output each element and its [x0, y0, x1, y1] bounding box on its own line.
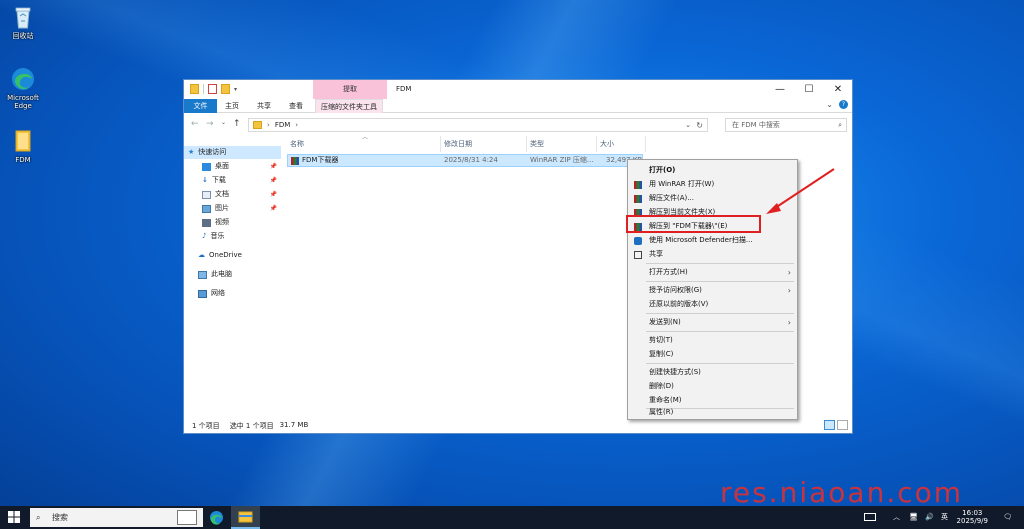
taskbar-search-box[interactable]: ⌕ 搜索 [30, 508, 203, 527]
network-icon[interactable]: 🖥 [909, 506, 918, 529]
clock-time: 16:03 [962, 509, 983, 517]
volume-icon[interactable]: 🔊 [925, 506, 934, 529]
ime-indicator[interactable]: 英 [941, 506, 948, 529]
notification-icon[interactable]: 🗨 [1003, 506, 1012, 529]
watermark-text: res.niaoan.com [720, 476, 964, 509]
tray-app-icon[interactable] [864, 506, 876, 529]
taskbar: ⌕ 搜索 ︿ 🖥 🔊 英 16:03 2025/9/9 🗨 [0, 506, 1024, 529]
show-hidden-icons-chevron-icon[interactable]: ︿ [893, 506, 900, 529]
taskbar-file-explorer[interactable] [231, 506, 260, 529]
taskbar-search-label: 搜索 [52, 513, 68, 522]
clock[interactable]: 16:03 2025/9/9 [957, 509, 988, 525]
windows-start-icon[interactable] [8, 511, 20, 523]
taskbar-edge[interactable] [202, 506, 231, 529]
search-highlight-illustration-icon [177, 510, 197, 525]
search-icon: ⌕ [36, 513, 41, 522]
annotation-arrow [766, 168, 835, 214]
clock-date: 2025/9/9 [956, 517, 988, 525]
file-explorer-icon [238, 511, 253, 523]
edge-icon [210, 511, 223, 525]
